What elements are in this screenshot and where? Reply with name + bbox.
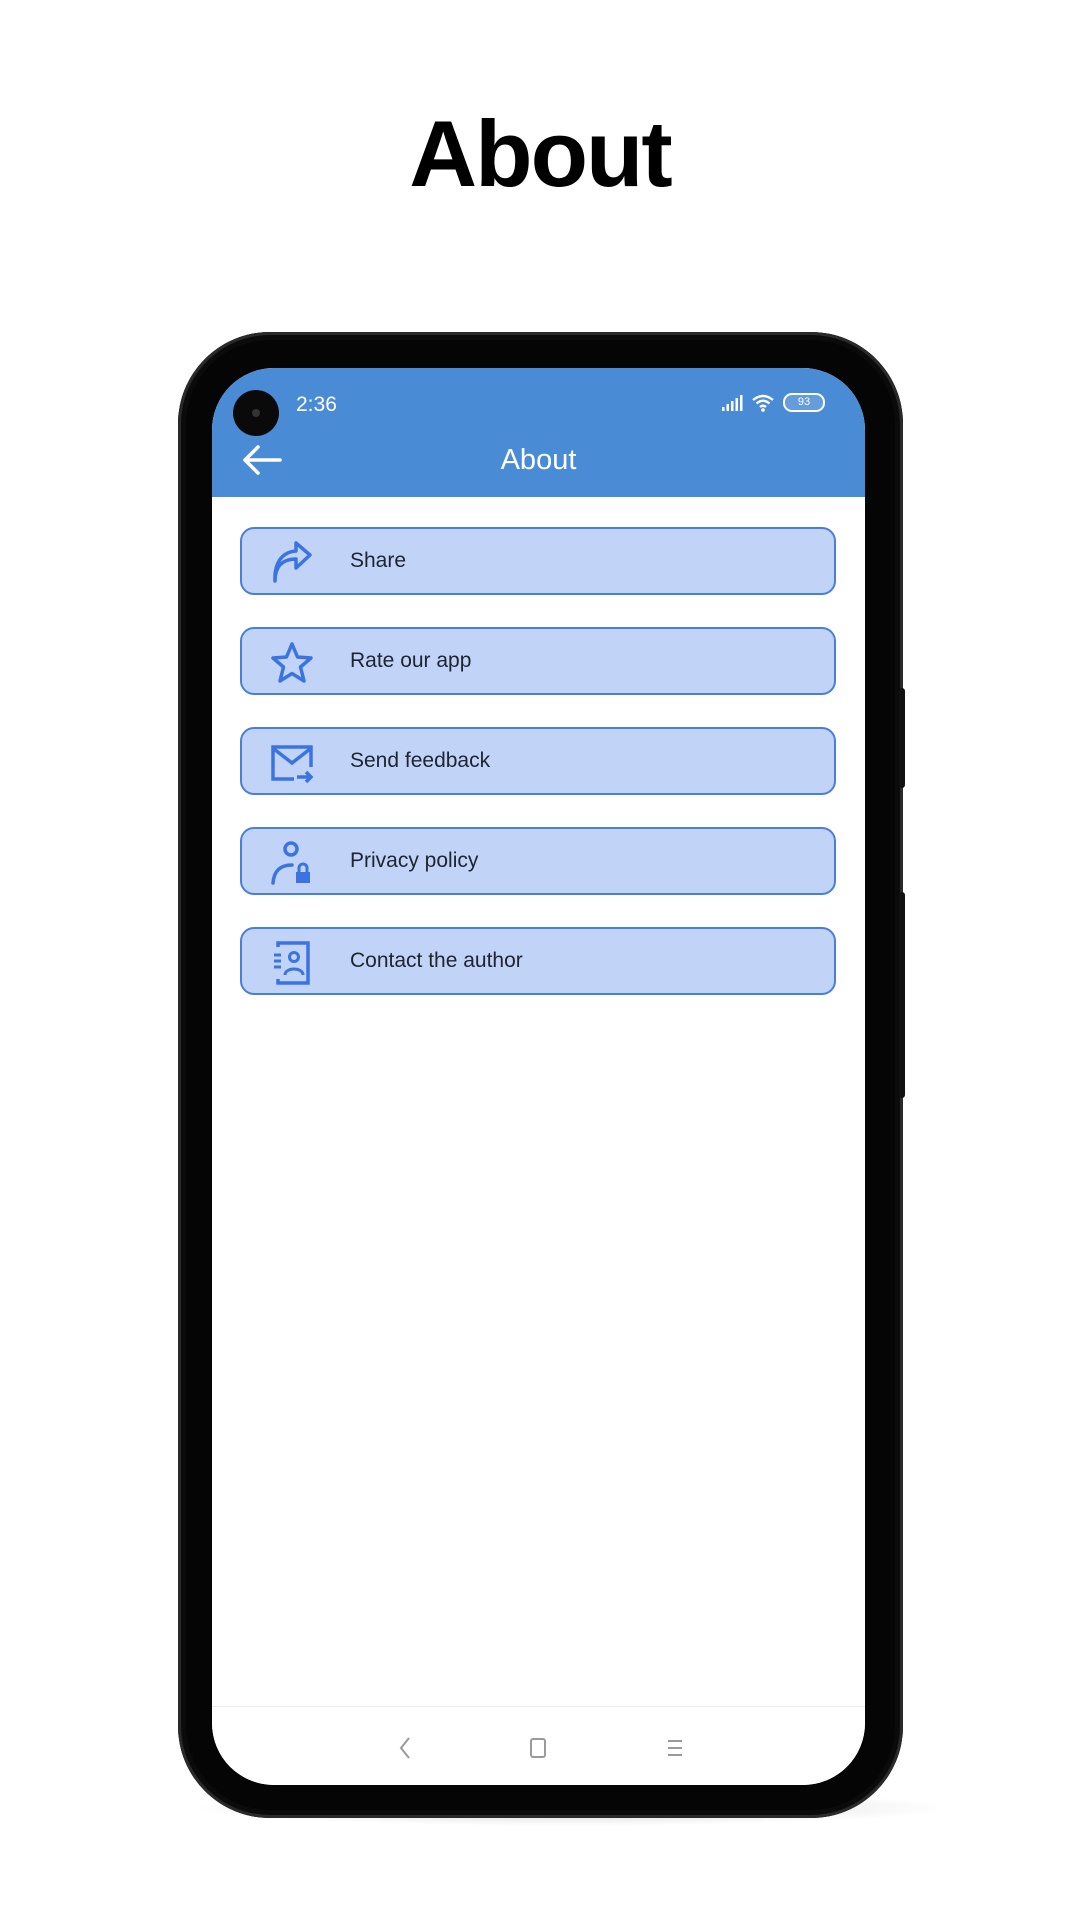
menu-item-label: Contact the author xyxy=(350,949,523,972)
square-icon xyxy=(530,1738,546,1758)
star-icon xyxy=(271,642,313,683)
promo-title: About xyxy=(409,101,672,206)
about-menu: Share Rate our app Send feedback Privacy… xyxy=(240,527,836,1027)
nav-recents-button[interactable] xyxy=(660,1733,690,1763)
menu-lines-icon xyxy=(668,1740,682,1756)
status-time: 2:36 xyxy=(296,393,337,416)
menu-item-label: Send feedback xyxy=(350,749,491,772)
menu-item-feedback[interactable]: Send feedback xyxy=(240,727,836,795)
menu-item-label: Rate our app xyxy=(350,649,472,672)
system-nav-bar xyxy=(212,1706,865,1785)
share-icon xyxy=(273,541,312,583)
battery-icon: 93 xyxy=(783,393,825,412)
menu-item-rate[interactable]: Rate our app xyxy=(240,627,836,695)
front-camera xyxy=(233,390,279,436)
menu-item-privacy[interactable]: Privacy policy xyxy=(240,827,836,895)
app-bar-title: About xyxy=(500,444,577,476)
signal-icon xyxy=(722,394,743,411)
chevron-left-icon xyxy=(399,1737,410,1759)
phone-power-button xyxy=(899,892,905,1098)
status-icons: 93 xyxy=(721,393,825,412)
app-bar: 2:36 93 About xyxy=(212,368,865,497)
menu-item-share[interactable]: Share xyxy=(240,527,836,595)
nav-back-button[interactable] xyxy=(390,1733,420,1763)
wifi-icon xyxy=(752,394,774,412)
menu-item-label: Share xyxy=(350,549,407,572)
nav-home-button[interactable] xyxy=(523,1733,553,1763)
menu-item-label: Privacy policy xyxy=(350,849,479,872)
phone-screen: 2:36 93 About Share Rate our app Send fe… xyxy=(212,368,865,1785)
phone-volume-button xyxy=(899,688,905,788)
person-lock-icon xyxy=(271,841,310,885)
mail-send-icon xyxy=(271,745,314,784)
contact-card-icon xyxy=(274,941,310,985)
menu-item-contact[interactable]: Contact the author xyxy=(240,927,836,995)
